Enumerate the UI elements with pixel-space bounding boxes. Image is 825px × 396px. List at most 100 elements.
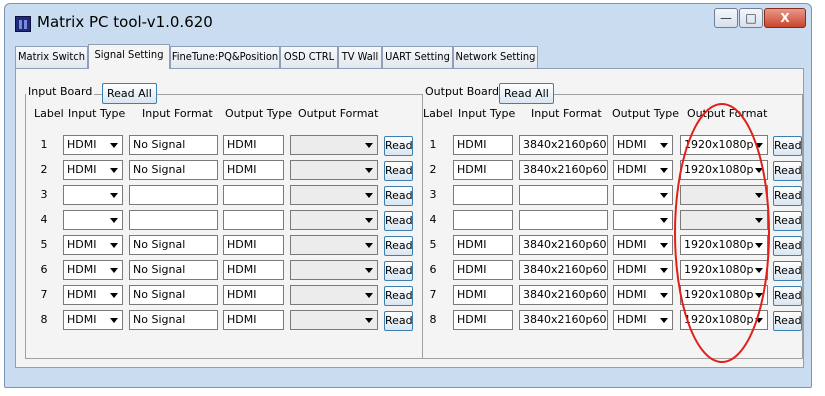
output_board-output-type-select[interactable]: HDMI	[613, 135, 673, 155]
output_board-input-type-field[interactable]: HDMI	[453, 235, 513, 255]
input_board-input-type-select[interactable]	[63, 210, 123, 230]
input_board-input-type-select[interactable]	[63, 185, 123, 205]
chevron-down-icon	[660, 293, 668, 298]
input_board-output-type-field[interactable]: HDMI	[223, 160, 284, 180]
output_board-row-label: 7	[429, 288, 437, 301]
output_board-row-label: 8	[429, 313, 437, 326]
input_board-input-format-field[interactable]: No Signal	[129, 235, 218, 255]
output_board-output-type-select[interactable]: HDMI	[613, 235, 673, 255]
input_board-output-type-field[interactable]: HDMI	[223, 135, 284, 155]
output_board-input-type-field[interactable]: HDMI	[453, 285, 513, 305]
input_board-input-format-field[interactable]: No Signal	[129, 260, 218, 280]
tab-osd-ctrl[interactable]: OSD CTRL	[280, 46, 338, 68]
output_board-read-button[interactable]: Read	[773, 211, 802, 231]
output_board-input-type-field[interactable]: HDMI	[453, 135, 513, 155]
output_board-read-button[interactable]: Read	[773, 311, 802, 331]
input_board-input-format-field[interactable]: No Signal	[129, 285, 218, 305]
input_board-read-button[interactable]: Read	[384, 236, 413, 256]
input_board-input-format-field[interactable]	[129, 210, 218, 230]
input_board-input-type-select[interactable]: HDMI	[63, 285, 123, 305]
output_board-output-format-select[interactable]	[680, 210, 768, 230]
output_board-input-format-field[interactable]	[519, 210, 608, 230]
input_board-read-button[interactable]: Read	[384, 186, 413, 206]
output_board-output-format-select[interactable]: 1920x1080p60	[680, 310, 768, 330]
output_board-read-button[interactable]: Read	[773, 161, 802, 181]
output_board-header-label: Label	[423, 107, 453, 120]
output_board-output-format-select[interactable]: 1920x1080p60	[680, 285, 768, 305]
output_board-output-format-select[interactable]	[680, 185, 768, 205]
output_board-input-format-field[interactable]: 3840x2160p60	[519, 310, 608, 330]
input_board-input-type-select[interactable]: HDMI	[63, 310, 123, 330]
input_board-input-format-field[interactable]	[129, 185, 218, 205]
input_board-read-button[interactable]: Read	[384, 311, 413, 331]
output_board-read-button[interactable]: Read	[773, 136, 802, 156]
input_board-header-label: Label	[34, 107, 64, 120]
input_board-read-button[interactable]: Read	[384, 286, 413, 306]
output_board-output-type-select[interactable]	[613, 210, 673, 230]
output_board-output-type-select[interactable]	[613, 185, 673, 205]
input_board-output-format-select[interactable]	[290, 285, 378, 305]
input_board-read-button[interactable]: Read	[384, 261, 413, 281]
output_board-output-format-select[interactable]: 1920x1080p60	[680, 135, 768, 155]
output_board-input-type-field[interactable]	[453, 185, 513, 205]
output_board-read-button[interactable]: Read	[773, 261, 802, 281]
input_board-output-format-select[interactable]	[290, 310, 378, 330]
output_board-output-type-select[interactable]: HDMI	[613, 310, 673, 330]
tab-finetune[interactable]: FineTune:PQ&Position	[170, 46, 280, 68]
input_board-output-type-field[interactable]	[223, 210, 284, 230]
input_board-output-format-select[interactable]	[290, 235, 378, 255]
output_board-input-type-field[interactable]: HDMI	[453, 160, 513, 180]
input_board-input-type-select[interactable]: HDMI	[63, 160, 123, 180]
output_board-read-all-button[interactable]: Read All	[499, 83, 554, 104]
maximize-button[interactable]: □	[739, 8, 763, 28]
output_board-output-type-select[interactable]: HDMI	[613, 260, 673, 280]
input_board-output-type-field[interactable]	[223, 185, 284, 205]
tab-signal-setting[interactable]: Signal Setting	[88, 44, 170, 69]
input_board-input-type-select[interactable]: HDMI	[63, 235, 123, 255]
input_board-read-all-button[interactable]: Read All	[102, 83, 157, 104]
input_board-output-format-select[interactable]	[290, 210, 378, 230]
output_board-output-format-select[interactable]: 1920x1080p60	[680, 160, 768, 180]
output_board-output-format-select-value: 1920x1080p60	[684, 313, 753, 326]
output_board-input-format-field[interactable]: 3840x2160p60	[519, 235, 608, 255]
minimize-button[interactable]: —	[714, 8, 738, 28]
input_board-output-format-select[interactable]	[290, 260, 378, 280]
output_board-input-format-field[interactable]: 3840x2160p60	[519, 135, 608, 155]
input_board-output-type-field[interactable]: HDMI	[223, 235, 284, 255]
input_board-input-format-field[interactable]: No Signal	[129, 160, 218, 180]
output_board-read-button[interactable]: Read	[773, 286, 802, 306]
output_board-output-type-select[interactable]: HDMI	[613, 285, 673, 305]
input_board-read-button[interactable]: Read	[384, 136, 413, 156]
input_board-input-type-select-value: HDMI	[67, 288, 97, 301]
output_board-input-format-field[interactable]: 3840x2160p60	[519, 160, 608, 180]
input_board-read-button[interactable]: Read	[384, 211, 413, 231]
output_board-input-format-field[interactable]: 3840x2160p60	[519, 260, 608, 280]
input_board-input-format-field[interactable]: No Signal	[129, 310, 218, 330]
output_board-input-type-field[interactable]	[453, 210, 513, 230]
input_board-output-type-field[interactable]: HDMI	[223, 285, 284, 305]
output_board-read-button[interactable]: Read	[773, 236, 802, 256]
output_board-output-format-select[interactable]: 1920x1080p60	[680, 260, 768, 280]
output_board-input-format-field[interactable]	[519, 185, 608, 205]
input_board-input-type-select[interactable]: HDMI	[63, 260, 123, 280]
tab-matrix-switch[interactable]: Matrix Switch	[15, 46, 88, 68]
input_board-input-type-select[interactable]: HDMI	[63, 135, 123, 155]
output_board-input-format-field[interactable]: 3840x2160p60	[519, 285, 608, 305]
output_board-read-button[interactable]: Read	[773, 186, 802, 206]
output_board-input-type-field[interactable]: HDMI	[453, 310, 513, 330]
input_board-input-format-field[interactable]: No Signal	[129, 135, 218, 155]
tab-network-setting[interactable]: Network Setting	[453, 46, 538, 68]
output_board-output-type-select[interactable]: HDMI	[613, 160, 673, 180]
input-board-legend: Input Board	[26, 85, 95, 98]
output_board-output-format-select[interactable]: 1920x1080p60	[680, 235, 768, 255]
input_board-read-button[interactable]: Read	[384, 161, 413, 181]
input_board-output-format-select[interactable]	[290, 185, 378, 205]
input_board-output-type-field[interactable]: HDMI	[223, 310, 284, 330]
close-button[interactable]: X	[764, 8, 806, 28]
output_board-input-type-field[interactable]: HDMI	[453, 260, 513, 280]
input_board-output-format-select[interactable]	[290, 135, 378, 155]
input_board-output-type-field[interactable]: HDMI	[223, 260, 284, 280]
tab-uart-setting[interactable]: UART Setting	[382, 46, 453, 68]
tab-tv-wall[interactable]: TV Wall	[338, 46, 382, 68]
input_board-output-format-select[interactable]	[290, 160, 378, 180]
